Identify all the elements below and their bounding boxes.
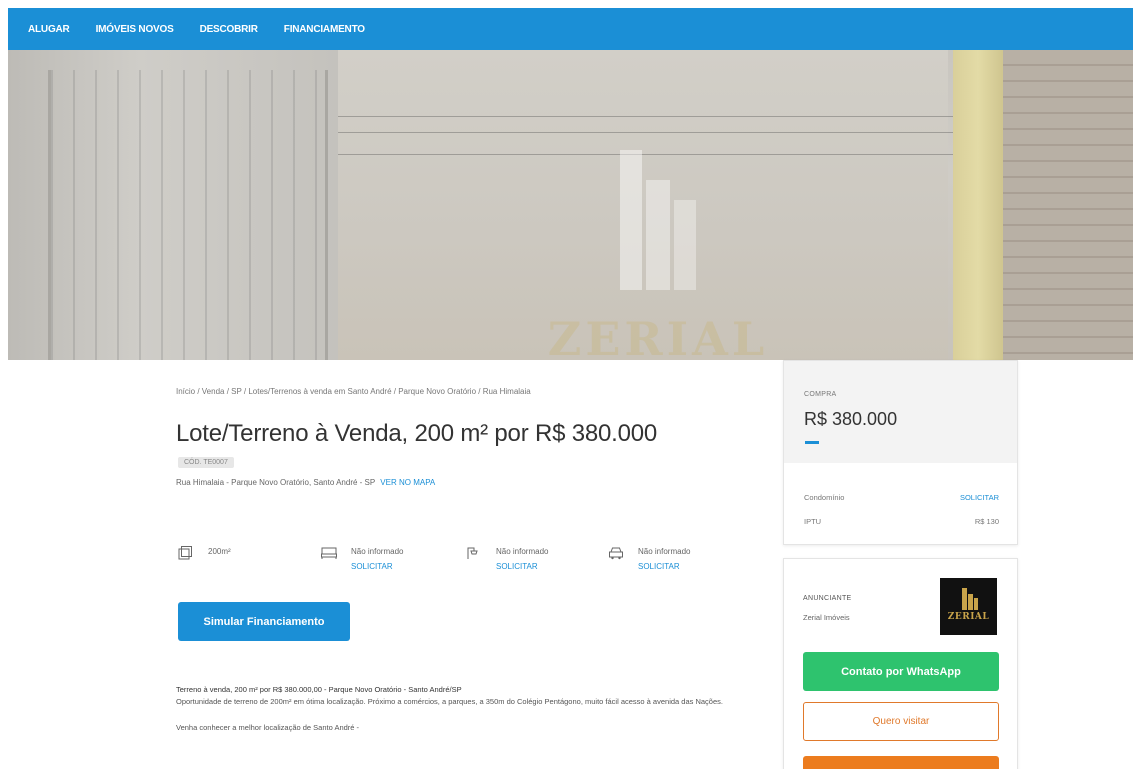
page: ALUGAR IMÓVEIS NOVOS DESCOBRIR FINANCIAM… bbox=[8, 8, 1133, 769]
watermark-text: ZERIAL bbox=[547, 312, 769, 360]
features-row: 200m² Não informado SOLICITAR Não inform… bbox=[178, 546, 738, 596]
advertiser-name[interactable]: Zerial Imóveis bbox=[803, 613, 850, 622]
logo-buildings-icon bbox=[962, 588, 978, 610]
car-icon bbox=[608, 546, 624, 560]
watermark-buildings-icon bbox=[620, 150, 696, 290]
feature-bedrooms-text: Não informado SOLICITAR bbox=[351, 546, 403, 573]
feature-area: 200m² bbox=[178, 546, 231, 560]
hero-wire bbox=[338, 116, 958, 117]
condominio-row: Condomínio SOLICITAR bbox=[804, 493, 999, 502]
price-card: COMPRA R$ 380.000 Condomínio SOLICITAR I… bbox=[783, 360, 1018, 545]
hero-right-wall bbox=[1003, 50, 1133, 360]
nav-item-imoveis-novos[interactable]: IMÓVEIS NOVOS bbox=[96, 24, 174, 35]
orange-action-button[interactable] bbox=[803, 756, 999, 769]
feature-bedrooms: Não informado SOLICITAR bbox=[321, 546, 403, 573]
hero-post bbox=[953, 50, 1003, 360]
price-accent-bar bbox=[805, 441, 819, 444]
feature-area-value: 200m² bbox=[208, 547, 231, 556]
nav-item-descobrir[interactable]: DESCOBRIR bbox=[200, 24, 258, 35]
nav-item-alugar[interactable]: ALUGAR bbox=[28, 24, 70, 35]
address-text: Rua Himalaia - Parque Novo Oratório, San… bbox=[176, 478, 376, 487]
iptu-row: IPTU R$ 130 bbox=[804, 517, 999, 526]
feature-bathrooms-value: Não informado bbox=[496, 547, 549, 556]
hero-wire bbox=[338, 132, 958, 133]
area-icon bbox=[178, 546, 194, 560]
map-link[interactable]: VER NO MAPA bbox=[380, 478, 435, 487]
feature-bathrooms: Não informado SOLICITAR bbox=[466, 546, 548, 573]
feature-parking-value: Não informado bbox=[638, 547, 691, 556]
condominio-label: Condomínio bbox=[804, 493, 845, 502]
description-body: Oportunidade de terreno de 200m² em ótim… bbox=[176, 697, 723, 706]
description-headline: Terreno à venda, 200 m² por R$ 380.000,0… bbox=[176, 685, 462, 694]
feature-parking: Não informado SOLICITAR bbox=[608, 546, 690, 573]
top-navigation: ALUGAR IMÓVEIS NOVOS DESCOBRIR FINANCIAM… bbox=[8, 8, 1133, 50]
nav-item-financiamento[interactable]: FINANCIAMENTO bbox=[284, 24, 365, 35]
condominio-solicit-link[interactable]: SOLICITAR bbox=[960, 493, 999, 502]
feature-bedrooms-value: Não informado bbox=[351, 547, 404, 556]
logo-text: ZERIAL bbox=[947, 612, 990, 622]
iptu-value: R$ 130 bbox=[974, 517, 999, 526]
advertiser-card: ANUNCIANTE Zerial Imóveis ZERIAL Contato… bbox=[783, 558, 1018, 769]
bedrooms-solicit-link[interactable]: SOLICITAR bbox=[351, 561, 403, 573]
feature-bathrooms-text: Não informado SOLICITAR bbox=[496, 546, 548, 573]
hero-photo[interactable]: ZERIAL bbox=[8, 50, 1133, 360]
breadcrumb[interactable]: Início / Venda / SP / Lotes/Terrenos à v… bbox=[176, 387, 531, 396]
hero-gate-bars bbox=[48, 70, 328, 360]
parking-solicit-link[interactable]: SOLICITAR bbox=[638, 561, 690, 573]
listing-code-badge: CÓD. TE0007 bbox=[178, 457, 234, 468]
description-closing: Venha conhecer a melhor localização de S… bbox=[176, 723, 360, 732]
price-label: COMPRA bbox=[804, 391, 837, 398]
advertiser-logo[interactable]: ZERIAL bbox=[940, 578, 997, 635]
bed-icon bbox=[321, 546, 337, 560]
whatsapp-contact-button[interactable]: Contato por WhatsApp bbox=[803, 652, 999, 691]
price-value: R$ 380.000 bbox=[804, 409, 898, 429]
iptu-label: IPTU bbox=[804, 517, 822, 526]
page-title: Lote/Terreno à Venda, 200 m² por R$ 380.… bbox=[176, 420, 658, 447]
simulate-financing-button[interactable]: Simular Financiamento bbox=[178, 602, 350, 641]
advertiser-label: ANUNCIANTE bbox=[803, 595, 852, 602]
schedule-visit-button[interactable]: Quero visitar bbox=[803, 702, 999, 741]
bathrooms-solicit-link[interactable]: SOLICITAR bbox=[496, 561, 548, 573]
listing-address: Rua Himalaia - Parque Novo Oratório, San… bbox=[176, 478, 435, 487]
description-gap bbox=[176, 708, 736, 722]
feature-parking-text: Não informado SOLICITAR bbox=[638, 546, 690, 573]
listing-description: Terreno à venda, 200 m² por R$ 380.000,0… bbox=[176, 684, 736, 734]
shower-icon bbox=[466, 546, 482, 560]
